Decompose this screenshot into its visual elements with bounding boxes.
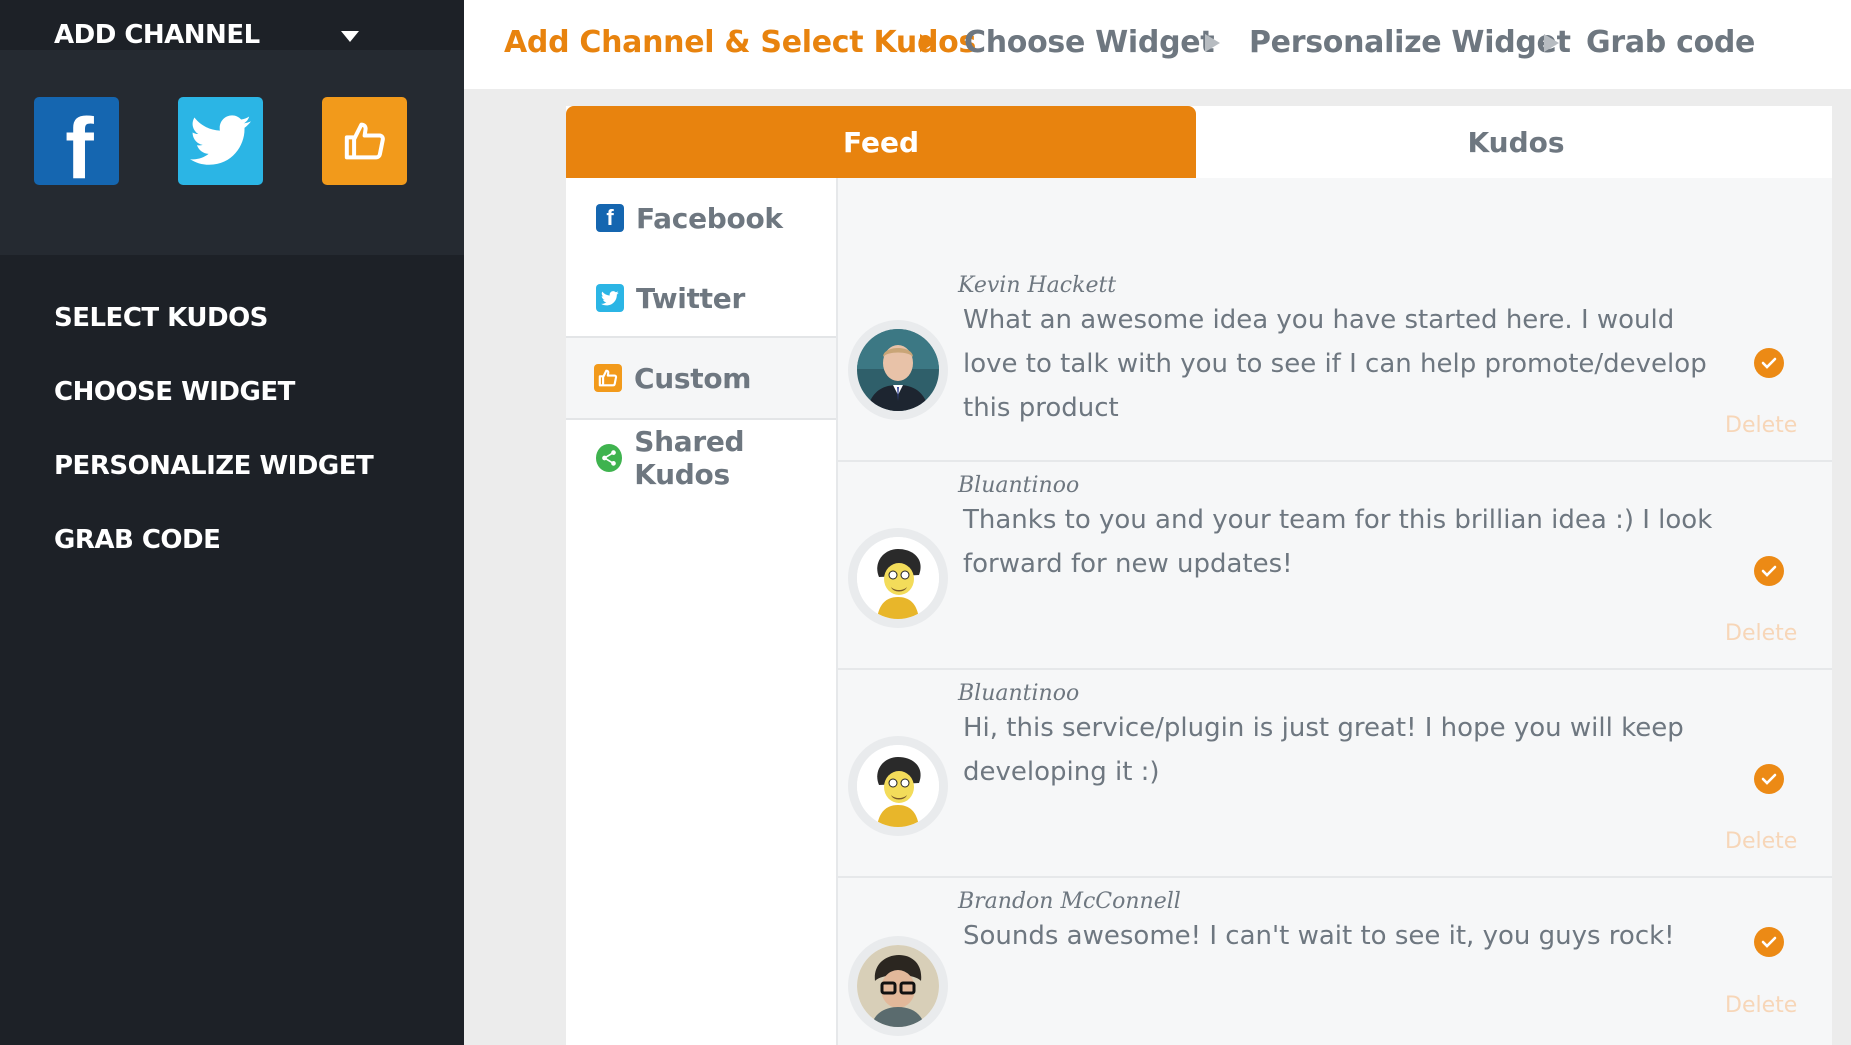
step-arrow-icon [920, 34, 935, 52]
step-personalize-widget[interactable]: Personalize Widget [1249, 25, 1571, 60]
tab-kudos[interactable]: Kudos [1200, 106, 1832, 178]
channel-item-label: Shared Kudos [634, 425, 745, 491]
post-message: Sounds awesome! I can't wait to see it, … [963, 921, 1675, 951]
cartoon-character-avatar [857, 745, 939, 827]
channel-item-facebook[interactable]: f Facebook [566, 178, 836, 258]
thumbs-up-icon [344, 122, 385, 160]
add-channel-dropdown[interactable]: ADD CHANNEL [0, 0, 464, 50]
add-twitter-button[interactable] [178, 97, 263, 185]
step-grab-code[interactable]: Grab code [1586, 25, 1755, 60]
channel-list: f Facebook Twitter Custom Shared Kudos [566, 178, 838, 1045]
nav-choose-widget[interactable]: CHOOSE WIDGET [54, 377, 295, 407]
post-message: Hi, this service/plugin is just great! I… [963, 713, 1684, 787]
post-message: Thanks to you and your team for this bri… [963, 505, 1713, 579]
check-icon[interactable] [1754, 556, 1784, 586]
facebook-icon: f [65, 101, 94, 197]
nav-select-kudos[interactable]: SELECT KUDOS [54, 303, 268, 333]
man-with-glasses-avatar [857, 945, 939, 1027]
cartoon-character-avatar [857, 537, 939, 619]
post-author: Bluantinoo [958, 473, 1080, 498]
nav-grab-code[interactable]: GRAB CODE [54, 525, 221, 555]
channel-item-label: Custom [634, 361, 752, 395]
delete-button[interactable]: Delete [1725, 413, 1797, 438]
wizard-steps-bar: Add Channel & Select Kudos Choose Widget… [464, 0, 1851, 89]
post-message: What an awesome idea you have started he… [963, 305, 1707, 423]
man-in-suit-avatar [857, 329, 939, 411]
check-icon[interactable] [1754, 927, 1784, 957]
step-arrow-icon [1205, 34, 1220, 52]
kudos-post: Brandon McConnell Sounds awesome! I can'… [838, 878, 1832, 1045]
post-author: Brandon McConnell [958, 889, 1181, 914]
thumbs-up-icon [594, 364, 622, 392]
share-icon [596, 444, 623, 472]
check-icon[interactable] [1754, 764, 1784, 794]
add-channel-label: ADD CHANNEL [54, 20, 260, 50]
avatar [848, 736, 948, 836]
facebook-icon: f [596, 204, 624, 232]
twitter-bird-icon [596, 284, 624, 312]
post-author: Kevin Hackett [958, 273, 1117, 298]
avatar [848, 320, 948, 420]
kudos-panel: Feed Kudos f Facebook Twitter Custom Sha… [566, 106, 1832, 1045]
avatar [848, 528, 948, 628]
nav-personalize-widget[interactable]: PERSONALIZE WIDGET [54, 451, 374, 481]
add-facebook-button[interactable]: f [34, 97, 119, 192]
channel-item-label: Facebook [636, 201, 783, 235]
kudos-feed: Kevin Hackett What an awesome idea you h… [838, 178, 1832, 1045]
channel-item-twitter[interactable]: Twitter [566, 258, 836, 338]
post-author: Bluantinoo [958, 681, 1080, 706]
delete-button[interactable]: Delete [1725, 829, 1797, 854]
chevron-down-icon [341, 31, 359, 42]
step-arrow-icon [1544, 34, 1559, 52]
delete-button[interactable]: Delete [1725, 621, 1797, 646]
kudos-post: Kevin Hackett What an awesome idea you h… [838, 178, 1832, 462]
sidebar: ADD CHANNEL f SELECT KUDOS CHOOSE WIDGET… [0, 0, 464, 1045]
check-icon[interactable] [1754, 348, 1784, 378]
channel-item-shared-kudos[interactable]: Shared Kudos [566, 418, 836, 498]
tab-feed[interactable]: Feed [566, 106, 1196, 178]
add-custom-button[interactable] [322, 97, 407, 185]
channel-item-custom[interactable]: Custom [566, 336, 836, 420]
step-add-channel[interactable]: Add Channel & Select Kudos [504, 25, 976, 60]
avatar [848, 936, 948, 1036]
channel-item-label: Twitter [636, 281, 745, 315]
twitter-bird-icon [189, 115, 251, 165]
step-choose-widget[interactable]: Choose Widget [964, 25, 1215, 60]
kudos-post: Bluantinoo Hi, this service/plugin is ju… [838, 670, 1832, 878]
kudos-post: Bluantinoo Thanks to you and your team f… [838, 462, 1832, 670]
delete-button[interactable]: Delete [1725, 993, 1797, 1018]
